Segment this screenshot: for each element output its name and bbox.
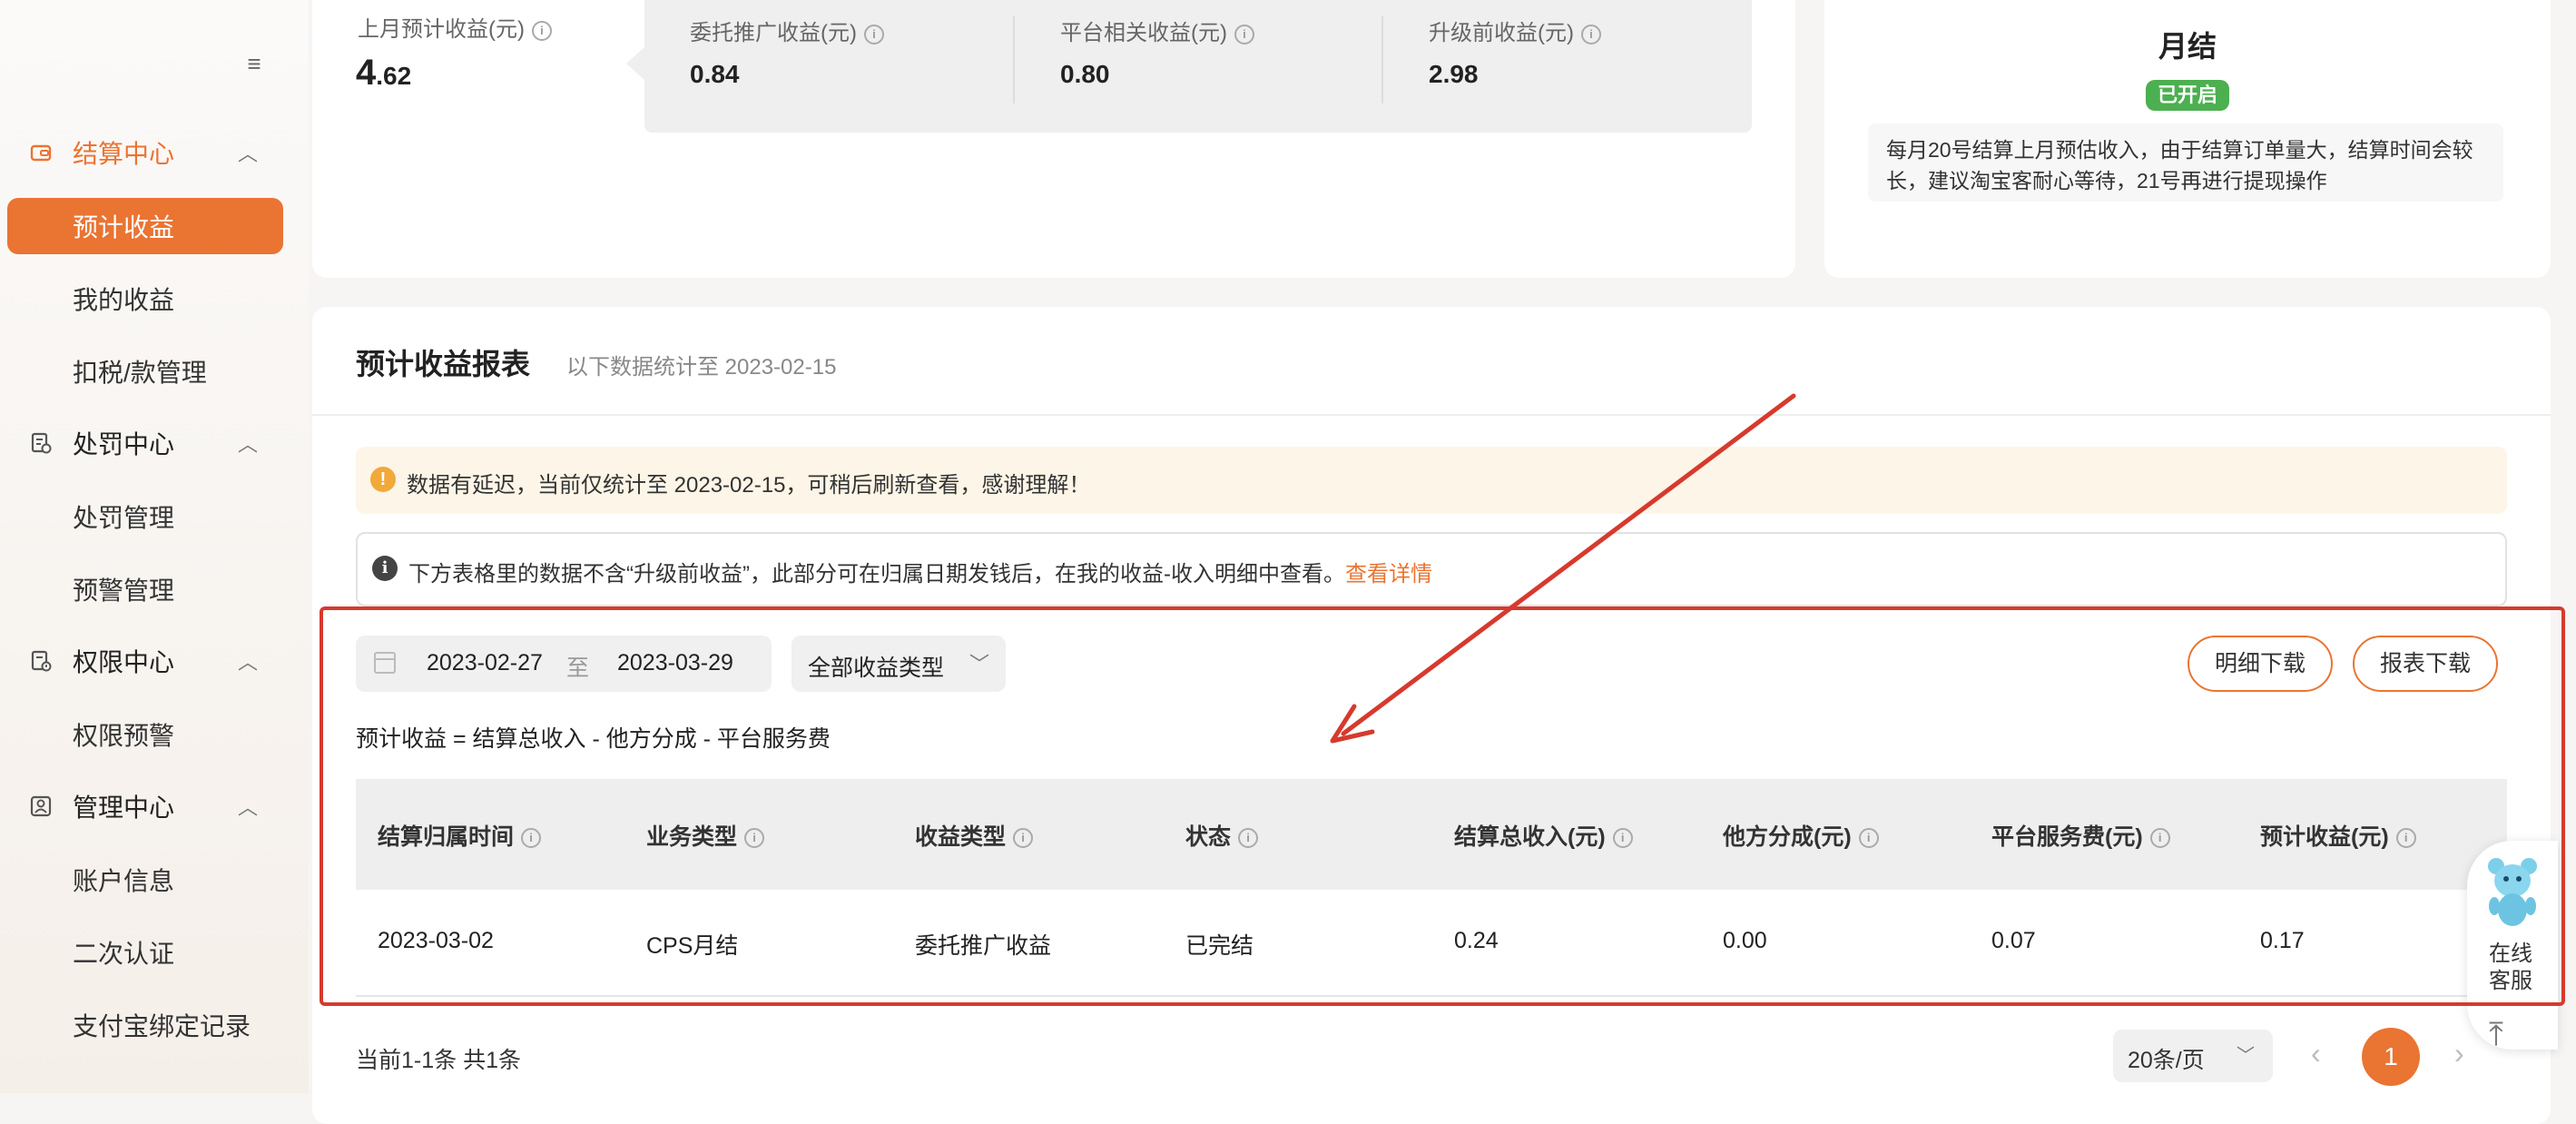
sidebar-group-permission[interactable]: 权限中心 ︿ [0,634,309,688]
table-cell: 2023-03-02 [378,928,494,953]
sidebar-item-account-info[interactable]: 账户信息 [7,852,283,908]
sidebar-group-label: 结算中心 [73,140,175,168]
last-month-label: 上月预计收益(元) i [358,11,552,43]
sidebar-group-label: 权限中心 [73,648,175,676]
calendar-icon [374,652,396,674]
report-card [312,307,2551,1124]
user-card-icon [27,793,54,820]
wallet-icon [27,139,54,166]
chevron-down-icon: ﹀ [969,653,990,675]
column-header: 收益类型 i [915,819,1034,852]
date-separator: 至 [566,656,590,681]
column-header: 预计收益(元) i [2260,819,2416,852]
prev-page-icon[interactable]: ‹ [2311,1037,2321,1070]
detail-download-button[interactable]: 明细下载 [2188,636,2333,692]
next-page-icon[interactable]: › [2454,1037,2464,1070]
permission-doc-icon [27,647,54,675]
info-icon[interactable]: i [1580,24,1601,44]
date-start-input[interactable]: 2023-02-27 [427,650,543,676]
sidebar-item-alipay-binding[interactable]: 支付宝绑定记录 [7,997,283,1053]
page-size-value: 20条/页 [2128,1048,2205,1073]
table-cell: 委托推广收益 [915,933,1052,959]
view-details-link[interactable]: 查看详情 [1345,562,1432,587]
warning-icon: ! [370,467,396,492]
info-icon[interactable]: i [744,828,765,849]
sidebar-item-my-income[interactable]: 我的收益 [7,271,283,327]
divider [1381,16,1383,104]
info-icon[interactable]: i [1612,828,1633,849]
chevron-up-icon: ︿ [238,651,259,674]
sidebar-group-penalty[interactable]: 处罚中心 ︿ [0,416,309,470]
info-icon[interactable]: i [2149,828,2170,849]
divider [1013,16,1015,104]
menu-toggle-icon[interactable]: ≡ [241,51,267,76]
table-cell: 已完结 [1185,933,1254,959]
column-header: 结算总收入(元) i [1454,819,1633,852]
column-header: 他方分成(元) i [1723,819,1879,852]
table-cell: 0.17 [2260,928,2305,953]
report-subtitle: 以下数据统计至 2023-02-15 [566,355,837,380]
notch-arrow [626,47,644,80]
sidebar-item-penalty-management[interactable]: 处罚管理 [7,488,283,545]
info-icon[interactable]: i [521,828,542,849]
sidebar-item-permission-warning[interactable]: 权限预警 [7,706,283,763]
pagination-count: 当前1-1条 共1条 [356,1048,521,1073]
info-icon: i [372,556,398,581]
date-end-input[interactable]: 2023-03-29 [617,650,733,676]
sidebar-group-management[interactable]: 管理中心 ︿ [0,779,309,833]
sidebar-item-expected-income[interactable]: 预计收益 [7,198,283,254]
penalty-doc-icon [27,429,54,457]
chevron-down-icon: ﹀ [2237,1046,2255,1066]
report-download-button[interactable]: 报表下载 [2353,636,2498,692]
sidebar-item-2fa[interactable]: 二次认证 [7,924,283,981]
table-cell: 0.00 [1723,928,1767,953]
info-icon[interactable]: i [1013,828,1034,849]
info-icon[interactable]: i [1234,24,1254,44]
column-header: 平台服务费(元) i [1991,819,2170,852]
column-header: 业务类型 i [646,819,765,852]
column-header: 状态 i [1185,819,1259,852]
settlement-title: 月结 [2158,30,2217,63]
delay-warning-text: 数据有延迟，当前仅统计至 2023-02-15，可稍后刷新查看，感谢理解！ [407,473,1091,498]
divider [312,414,2551,416]
table-cell: 0.24 [1454,928,1499,953]
sidebar-group-label: 处罚中心 [73,430,175,458]
info-icon[interactable]: i [1238,828,1259,849]
info-icon[interactable]: i [1858,828,1879,849]
table-cell: CPS月结 [646,933,739,959]
back-to-top-icon[interactable]: ⤒ [2489,1015,2503,1054]
info-icon[interactable]: i [863,24,884,44]
mascot-icon[interactable] [2483,853,2542,935]
online-service-label[interactable]: 在线 客服 [2478,941,2543,995]
income-type-select-value: 全部收益类型 [808,656,945,681]
page-button-current[interactable]: 1 [2362,1028,2420,1086]
report-title: 预计收益报表 [356,348,531,380]
sidebar: ≡ 结算中心 ︿ 预计收益 我的收益 扣税/款管理 处罚中心 ︿ 处罚管理 预警… [0,0,309,1093]
info-icon[interactable]: i [531,20,552,41]
column-header: 结算归属时间 i [378,819,542,852]
info-icon[interactable]: i [2395,828,2416,849]
divider [356,995,2507,997]
settlement-description: 每月20号结算上月预估收入，由于结算订单量大，结算时间会较长，建议淘宝客耐心等待… [1868,123,2503,202]
last-month-value: 4.62 [356,53,412,93]
chevron-up-icon: ︿ [238,796,259,819]
table-cell: 0.07 [1991,928,2036,953]
sidebar-item-warning-management[interactable]: 预警管理 [7,561,283,617]
notice-text: 下方表格里的数据不含“升级前收益”，此部分可在归属日期发钱后，在我的收益-收入明… [408,562,1432,587]
formula-text: 预计收益 = 结算总收入 - 他方分成 - 平台服务费 [356,726,831,752]
status-badge: 已开启 [2146,80,2229,111]
sidebar-item-tax-management[interactable]: 扣税/款管理 [7,343,283,399]
sidebar-group-settlement[interactable]: 结算中心 ︿ [0,125,309,180]
chevron-up-icon: ︿ [238,433,259,456]
sidebar-group-label: 管理中心 [73,794,175,822]
chevron-up-icon: ︿ [238,143,259,165]
